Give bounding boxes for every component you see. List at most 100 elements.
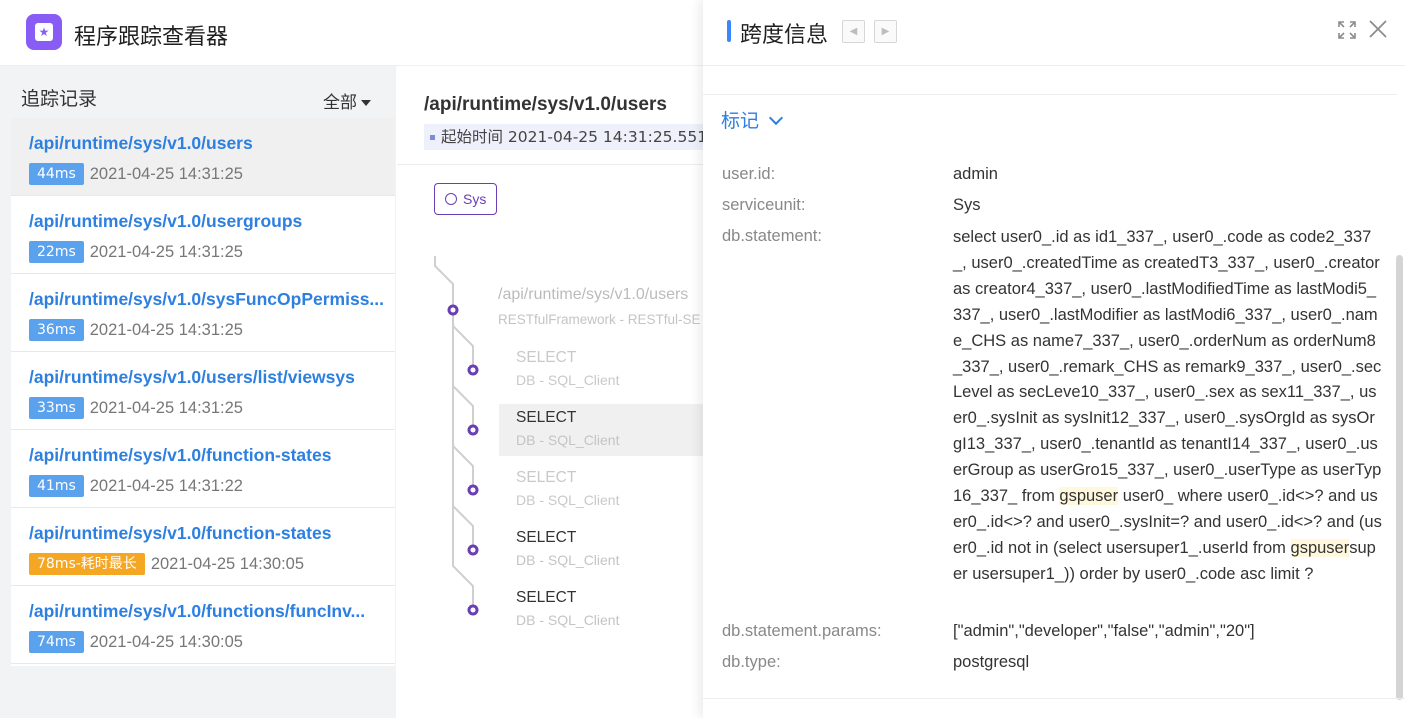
- section-label: 标记: [721, 110, 760, 132]
- span-node: [467, 484, 479, 496]
- divider: [703, 65, 1405, 66]
- trace-time: 2021-04-25 14:30:05: [89, 632, 243, 651]
- filter-label: 全部: [323, 93, 357, 113]
- service-tag-label: Sys: [463, 191, 487, 207]
- field-value-params: ["admin","developer","false","admin","20…: [953, 622, 1255, 640]
- span-name: SELECT: [516, 589, 577, 606]
- statement-text: select user0_.id as id1_337_, user0_.cod…: [953, 228, 1382, 506]
- field-key-db-type: db.type:: [722, 653, 781, 671]
- span-node: [467, 544, 479, 556]
- span-component: DB - SQL_Client: [516, 432, 620, 448]
- divider: [703, 94, 1397, 95]
- field-key-params: db.statement.params:: [722, 622, 882, 640]
- tags-section-toggle[interactable]: 标记: [721, 106, 784, 133]
- caret-down-icon: [361, 100, 371, 106]
- span-name: /api/runtime/sys/v1.0/users: [498, 286, 689, 303]
- trace-path: /api/runtime/sys/v1.0/users: [29, 133, 253, 153]
- trace-path: /api/runtime/sys/v1.0/sysFuncOpPermiss..…: [29, 289, 385, 309]
- trace-title: /api/runtime/sys/v1.0/users: [424, 94, 667, 115]
- trace-time: 2021-04-25 14:30:05: [150, 554, 305, 573]
- duration-badge: 33ms: [29, 397, 84, 419]
- trace-time: 2021-04-25 14:31:25: [89, 164, 243, 183]
- trace-time: 2021-04-25 14:31:25: [89, 242, 243, 261]
- span-node: [467, 604, 479, 616]
- field-key-user-id: user.id:: [722, 165, 776, 183]
- trace-time: 2021-04-25 14:31:25: [89, 320, 243, 339]
- trace-list-container: 追踪记录 全部 /api/runtime/sys/v1.0/users 44ms…: [11, 66, 395, 666]
- trace-path: /api/runtime/sys/v1.0/functions/funcInv.…: [29, 601, 366, 621]
- circle-icon: [445, 193, 457, 206]
- drawer-title: 跨度信息: [740, 23, 829, 48]
- trace-item[interactable]: /api/runtime/sys/v1.0/function-states 41…: [11, 430, 395, 508]
- service-tag[interactable]: Sys: [434, 183, 498, 215]
- caret-right-icon: ▶: [881, 26, 890, 37]
- drawer-header: 跨度信息 ◀ ▶: [703, 0, 1405, 66]
- span-row[interactable]: SELECT DB - SQL_Client: [499, 584, 703, 636]
- scrollbar[interactable]: [1396, 255, 1403, 700]
- span-component: DB - SQL_Client: [516, 372, 620, 388]
- statement-highlight: gspuser: [1059, 487, 1119, 506]
- span-component: RESTfulFramework - RESTful-SE: [498, 312, 701, 327]
- trace-path: /api/runtime/sys/v1.0/function-states: [29, 445, 332, 465]
- trace-item[interactable]: /api/runtime/sys/v1.0/function-states 78…: [11, 508, 395, 586]
- duration-badge: 36ms: [29, 319, 84, 341]
- span-component: DB - SQL_Client: [516, 552, 620, 568]
- span-name: SELECT: [516, 469, 577, 486]
- trace-detail-panel: /api/runtime/sys/v1.0/users 起始时间 2021-04…: [397, 66, 703, 718]
- trace-start-time: 起始时间 2021-04-25 14:31:25.551: [424, 124, 703, 150]
- field-value-db-type: postgresql: [953, 653, 1030, 671]
- trace-path: /api/runtime/sys/v1.0/usergroups: [29, 211, 303, 231]
- field-value-serviceunit: Sys: [953, 196, 981, 214]
- field-value-user-id: admin: [953, 165, 998, 183]
- bullet-icon: [430, 135, 435, 140]
- field-value-statement: select user0_.id as id1_337_, user0_.cod…: [953, 225, 1383, 588]
- duration-badge: 44ms: [29, 163, 84, 185]
- span-name: SELECT: [516, 409, 577, 426]
- prev-span-button[interactable]: ◀: [842, 20, 865, 43]
- caret-left-icon: ◀: [849, 26, 858, 37]
- trace-time: 2021-04-25 14:31:25: [89, 398, 243, 417]
- trace-item[interactable]: /api/runtime/sys/v1.0/users 44ms 2021-04-…: [11, 118, 395, 196]
- duration-badge: 22ms: [29, 241, 84, 263]
- span-name: SELECT: [516, 529, 577, 546]
- span-info-drawer: 跨度信息 ◀ ▶ 标记 user.id: admin serviceunit: …: [703, 0, 1405, 718]
- span-row-selected[interactable]: SELECT DB - SQL_Client: [499, 404, 703, 456]
- span-row[interactable]: SELECT DB - SQL_Client: [499, 464, 703, 516]
- trace-path: /api/runtime/sys/v1.0/function-states: [29, 523, 332, 543]
- close-icon[interactable]: [1367, 18, 1389, 40]
- filter-dropdown[interactable]: 全部: [323, 88, 371, 113]
- trace-item[interactable]: /api/runtime/sys/v1.0/users/list/viewsys…: [11, 352, 395, 430]
- span-node: [467, 424, 479, 436]
- trace-list: /api/runtime/sys/v1.0/users 44ms 2021-04-…: [11, 118, 395, 664]
- divider: [397, 164, 703, 165]
- trace-start-text: 起始时间 2021-04-25 14:31:25.551: [441, 128, 703, 146]
- divider: [703, 698, 1405, 699]
- trace-time: 2021-04-25 14:31:22: [89, 476, 243, 495]
- field-key-serviceunit: serviceunit:: [722, 196, 806, 214]
- duration-badge-longest: 78ms-耗时最长: [29, 553, 145, 575]
- trace-list-panel: 追踪记录 全部 /api/runtime/sys/v1.0/users 44ms…: [0, 66, 396, 718]
- statement-highlight: gspuser: [1290, 538, 1350, 557]
- title-accent-bar: [727, 20, 731, 42]
- span-node: [467, 364, 479, 376]
- trace-list-header: 追踪记录 全部: [11, 66, 395, 118]
- duration-badge: 41ms: [29, 475, 84, 497]
- chevron-down-icon: [768, 110, 784, 126]
- span-component: DB - SQL_Client: [516, 612, 620, 628]
- app-logo-icon: ★: [26, 14, 62, 50]
- trace-item[interactable]: /api/runtime/sys/v1.0/usergroups 22ms 202…: [11, 196, 395, 274]
- span-component: DB - SQL_Client: [516, 492, 620, 508]
- fullscreen-icon[interactable]: [1337, 20, 1357, 40]
- app-title: 程序跟踪查看器: [74, 25, 229, 50]
- field-key-statement: db.statement:: [722, 227, 822, 245]
- span-node-root: [447, 304, 459, 316]
- next-span-button[interactable]: ▶: [874, 20, 897, 43]
- duration-badge: 74ms: [29, 631, 84, 653]
- span-name: SELECT: [516, 349, 577, 366]
- trace-item[interactable]: /api/runtime/sys/v1.0/sysFuncOpPermiss..…: [11, 274, 395, 352]
- span-row[interactable]: SELECT DB - SQL_Client: [499, 524, 703, 576]
- trace-list-title: 追踪记录: [21, 88, 98, 110]
- trace-path: /api/runtime/sys/v1.0/users/list/viewsys: [29, 367, 355, 387]
- span-row[interactable]: SELECT DB - SQL_Client: [499, 344, 703, 396]
- trace-item[interactable]: /api/runtime/sys/v1.0/functions/funcInv.…: [11, 586, 395, 664]
